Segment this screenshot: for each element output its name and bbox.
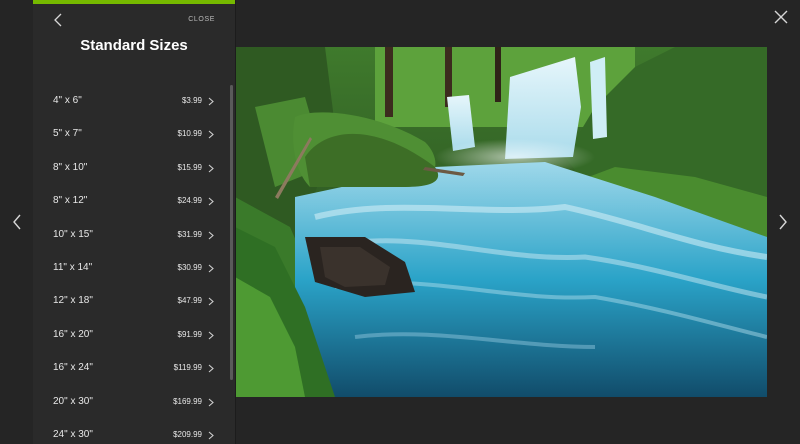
size-price: $31.99 bbox=[177, 229, 202, 239]
chevron-right-icon bbox=[208, 130, 214, 139]
size-option[interactable]: 20" x 30" $169.99 bbox=[33, 386, 228, 419]
size-label: 16" x 20" bbox=[53, 328, 93, 340]
close-button[interactable]: CLOSE bbox=[188, 16, 215, 23]
panel-title: Standard Sizes bbox=[80, 37, 188, 54]
chevron-right-icon bbox=[208, 364, 214, 373]
size-price: $3.99 bbox=[181, 96, 202, 105]
size-option[interactable]: 16" x 24" $119.99 bbox=[33, 352, 228, 385]
chevron-right-icon bbox=[208, 231, 214, 239]
chevron-left-icon[interactable] bbox=[10, 212, 24, 232]
size-price: $119.99 bbox=[173, 363, 202, 373]
back-icon[interactable] bbox=[53, 13, 63, 27]
size-price: $169.99 bbox=[173, 396, 202, 406]
size-price: $47.99 bbox=[177, 296, 202, 306]
size-selection-panel: CLOSE Standard Sizes 4" x 6" $3.99 5" x 7"… bbox=[33, 0, 236, 444]
lightbox-viewer: CLOSE Standard Sizes 4" x 6" $3.99 5" x 7"… bbox=[0, 0, 800, 444]
size-label: 5" x 7" bbox=[53, 128, 82, 140]
chevron-right-icon[interactable] bbox=[776, 212, 790, 232]
size-option[interactable]: 11" x 14" $30.99 bbox=[33, 252, 228, 285]
size-label: 20" x 30" bbox=[53, 395, 93, 407]
size-option[interactable]: 4" x 6" $3.99 bbox=[33, 85, 228, 118]
size-price: $15.99 bbox=[177, 162, 202, 172]
size-price: $10.99 bbox=[177, 129, 202, 139]
chevron-right-icon bbox=[208, 398, 214, 406]
size-label: 11" x 14" bbox=[53, 261, 93, 273]
size-option[interactable]: 16" x 20" $91.99 bbox=[33, 319, 228, 352]
size-list: 4" x 6" $3.99 5" x 7" $10.99 8" x 10" $15.99 8… bbox=[33, 85, 228, 444]
size-label: 8" x 12" bbox=[53, 195, 88, 207]
size-option[interactable]: 12" x 18" $47.99 bbox=[33, 285, 228, 318]
size-label: 4" x 6" bbox=[53, 95, 82, 106]
size-label: 10" x 15" bbox=[53, 228, 93, 240]
size-price: $24.99 bbox=[177, 196, 202, 206]
chevron-right-icon bbox=[208, 197, 214, 206]
chevron-right-icon bbox=[208, 97, 214, 106]
waterfall-photo bbox=[235, 47, 767, 397]
size-label: 12" x 18" bbox=[53, 295, 93, 307]
size-price: $30.99 bbox=[177, 262, 202, 272]
size-price: $91.99 bbox=[177, 329, 202, 339]
size-option[interactable]: 10" x 15" $31.99 bbox=[33, 219, 228, 252]
chevron-right-icon bbox=[208, 164, 214, 173]
chevron-right-icon bbox=[208, 264, 214, 273]
chevron-right-icon bbox=[208, 431, 214, 440]
size-label: 8" x 10" bbox=[53, 161, 88, 173]
size-option[interactable]: 24" x 30" $209.99 bbox=[33, 419, 228, 444]
size-option[interactable]: 8" x 12" $24.99 bbox=[33, 185, 228, 218]
scrollbar-track[interactable] bbox=[230, 85, 233, 380]
chevron-right-icon bbox=[208, 331, 214, 340]
panel-accent-bar bbox=[33, 0, 235, 4]
size-option[interactable]: 8" x 10" $15.99 bbox=[33, 152, 228, 185]
chevron-right-icon bbox=[208, 297, 214, 306]
size-label: 24" x 30" bbox=[53, 428, 93, 440]
close-icon[interactable] bbox=[772, 8, 790, 26]
size-price: $209.99 bbox=[173, 429, 202, 439]
size-option[interactable]: 5" x 7" $10.99 bbox=[33, 118, 228, 151]
size-label: 16" x 24" bbox=[53, 362, 93, 374]
scrollbar-thumb[interactable] bbox=[230, 85, 233, 380]
